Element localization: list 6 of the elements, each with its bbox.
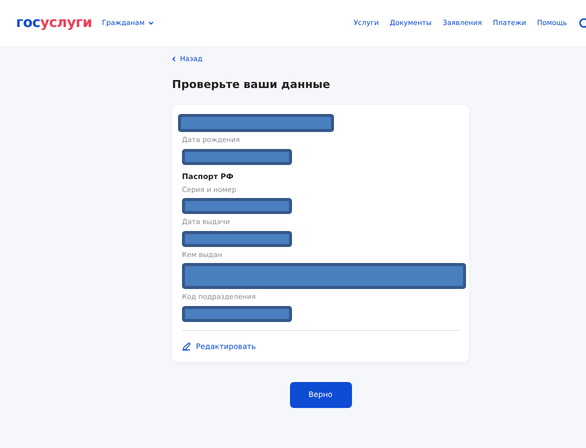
logo[interactable]: госуслуги: [16, 12, 92, 34]
page-title: Проверьте ваши данные: [172, 76, 332, 92]
chevron-down-icon: [148, 21, 154, 25]
pencil-icon: [182, 342, 191, 351]
search-icon[interactable]: [578, 18, 586, 28]
chevron-left-icon: [172, 56, 176, 62]
